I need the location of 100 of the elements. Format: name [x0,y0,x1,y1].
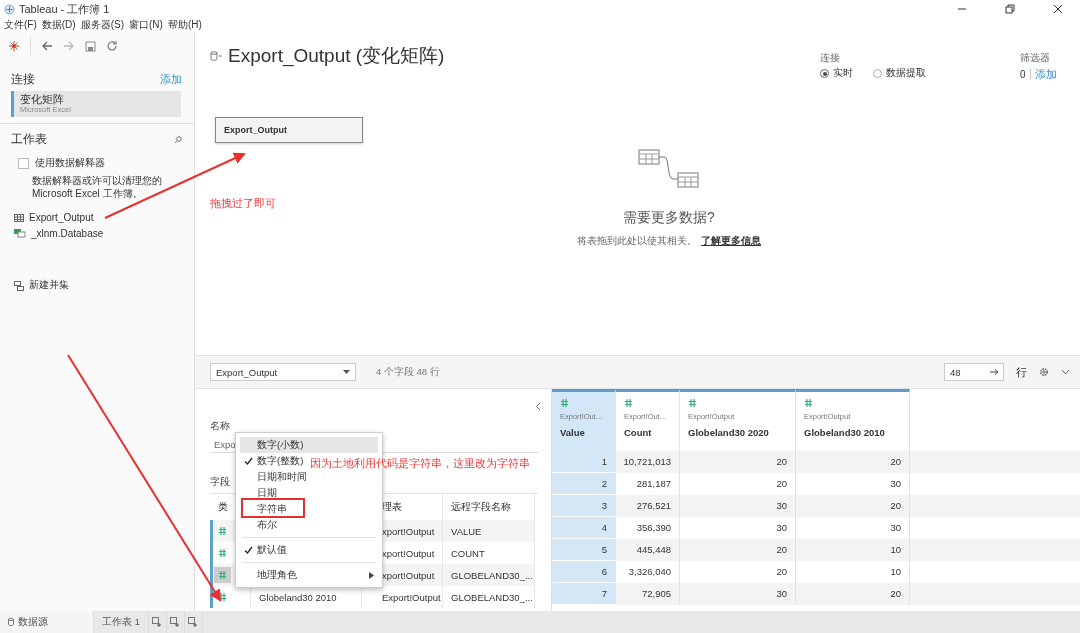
number-type-icon [218,548,227,558]
number-type-icon [218,570,227,580]
sheet-item[interactable]: _xlnm.Database [31,228,104,239]
union-icon [14,280,24,291]
add-link[interactable]: 添加 [160,72,182,87]
refresh-icon[interactable] [106,40,118,52]
radio-label: 数据提取 [886,67,926,80]
new-dashboard-icon[interactable] [170,617,181,627]
back-icon[interactable] [41,40,53,52]
table-node[interactable]: Export_Output [215,117,363,143]
table-cell: 276,521 [616,495,680,517]
settings-icon[interactable] [1039,367,1049,377]
table-cell: 10,721,013 [616,451,680,473]
table-cell: 20 [796,583,910,605]
menu-item[interactable]: 文件(F) [4,18,42,32]
table-cell: 3 [552,495,616,517]
menu-item[interactable]: 窗口(N) [129,18,168,32]
app-logo-icon [4,3,15,15]
number-type-icon [218,526,227,536]
chevron-down-icon[interactable] [1061,369,1070,375]
table-cell: 7 [552,583,616,605]
table-dropdown[interactable]: Export_Output [210,363,356,381]
page-title: Export_Output (变化矩阵) [228,44,445,69]
restore-icon [1005,4,1015,14]
table-cell: 30 [680,583,796,605]
table-cell: GLOBELAND30_... [451,569,533,581]
table-cell: 20 [680,539,796,561]
number-type-icon [560,398,569,408]
arrow-right-icon [990,369,999,375]
close-icon [1053,4,1063,14]
database-icon [210,51,222,61]
description-text: 数据解释器或许可以清理您的 Microsoft Excel 工作簿。 [31,174,163,200]
table-cell: 72,905 [616,583,680,605]
table-cell: GLOBELAND30_... [451,591,533,603]
save-icon[interactable] [85,40,96,52]
table-cell: xport!Output [382,569,435,581]
window-title: Tableau - 工作簿 1 [19,1,110,17]
menu-item[interactable]: 帮助(H) [167,18,207,32]
table-cell: Export!Output [382,591,441,603]
menu-option[interactable]: 地理角色 [240,567,378,583]
join-tables-icon [638,149,700,189]
empty-state-hint: 将表拖到此处以使其相关。 [577,235,697,246]
fields-label: 字段 [210,475,230,489]
table-cell: 20 [680,451,796,473]
name-label: 名称 [210,419,231,433]
highlight-box [241,498,305,518]
new-worksheet-icon[interactable] [152,617,163,627]
rows-input[interactable]: 48 [944,363,1004,381]
learn-more-link[interactable]: 了解更多信息 [701,235,761,246]
menu-option[interactable]: 默认值 [240,542,291,558]
table-cell: VALUE [451,525,482,537]
connection-label: 连接 [820,51,841,65]
menu-item[interactable]: 数据(D) [41,18,81,32]
annotation-text: 拖拽过了即可 [210,196,276,211]
table-cell: 4 [552,517,616,539]
database-icon [8,618,14,626]
filter-count: 0 [1020,69,1026,80]
table-cell: 1 [552,451,616,473]
table-cell: 30 [680,495,796,517]
annotation-text: 因为土地利用代码是字符串，这里改为字符串 [310,456,530,471]
submenu-arrow-icon [369,571,374,579]
section-title: 工作表 [11,132,47,147]
table-cell: 5 [552,539,616,561]
empty-state-title: 需要更多数据? [623,209,715,227]
new-union-link[interactable]: 新建并集 [29,279,69,292]
number-type-icon [804,398,813,408]
filters-label: 筛选器 [1020,51,1051,65]
table-cell: 20 [796,495,910,517]
table-cell: COUNT [451,547,485,559]
menu-option[interactable]: 数字(整数) [240,453,308,469]
table-cell: 10 [796,539,910,561]
menu-option[interactable]: 日期和时间 [240,469,311,485]
dropdown-caret-icon [343,370,350,374]
add-filter-link[interactable]: 添加 [1034,67,1057,82]
sheet-tab[interactable]: 数据源 [0,611,94,633]
checkbox[interactable] [18,158,29,169]
table-cell: xport!Output [382,525,435,537]
rows-label: 行 [1016,364,1027,380]
menu-item[interactable]: 服务器(S) [80,18,129,32]
field-count-text: 4 个字段 48 行 [376,365,441,379]
tableau-logo-icon [8,40,20,52]
section-title: 连接 [11,72,35,87]
table-cell: 2 [552,473,616,495]
number-type-icon [688,398,697,408]
number-type-icon [624,398,633,408]
named-range-icon [14,229,26,238]
search-icon[interactable] [174,135,182,144]
menu-option[interactable]: 布尔 [240,517,281,533]
number-type-icon [218,592,227,602]
table-cell: xport!Output [382,547,435,559]
checkbox-label: 使用数据解释器 [35,157,105,170]
table-cell: 6 [552,561,616,583]
sheet-item[interactable]: Export_Output [29,212,94,223]
table-cell: 20 [796,451,910,473]
table-cell: Globeland30 2010 [259,591,337,603]
new-story-icon[interactable] [188,617,199,627]
menu-option[interactable]: 数字(小数) [240,437,378,453]
table-cell: 445,448 [616,539,680,561]
collapse-icon[interactable] [535,402,541,411]
sheet-tab[interactable]: 工作表 1 [94,611,149,633]
